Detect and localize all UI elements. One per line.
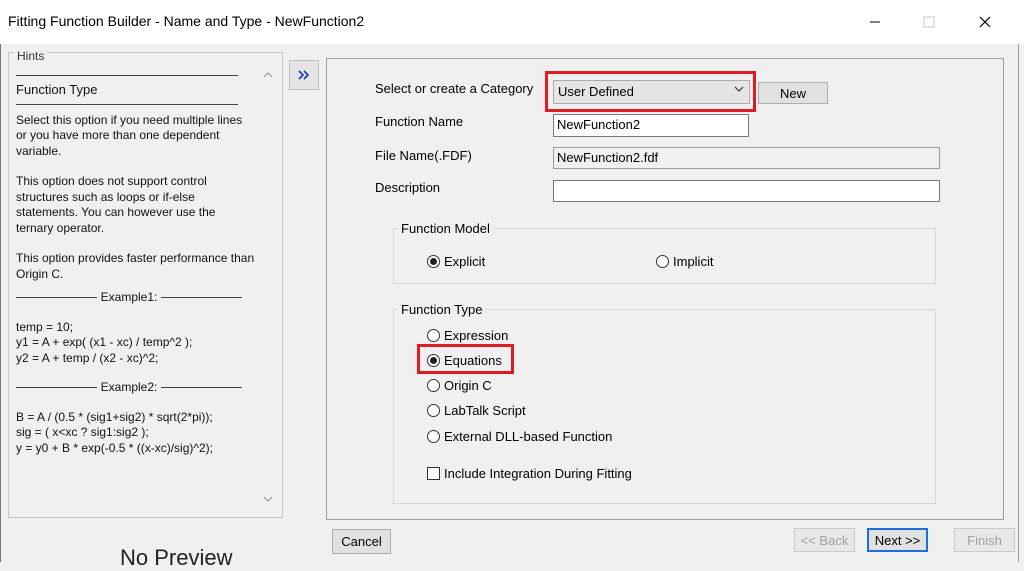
radio-label: External DLL-based Function	[444, 429, 613, 444]
hint-paragraph: This option does not support control str…	[16, 174, 216, 235]
radio-unselected-icon	[656, 255, 669, 268]
function-model-legend: Function Model	[398, 221, 493, 236]
radio-unselected-icon	[427, 430, 440, 443]
file-name-label: File Name(.FDF)	[375, 148, 472, 163]
checkbox-label: Include Integration During Fitting	[444, 466, 632, 481]
function-name-input[interactable]: NewFunction2	[553, 114, 749, 137]
radio-label: LabTalk Script	[444, 403, 526, 418]
radio-external-dll[interactable]: External DLL-based Function	[427, 429, 612, 444]
category-label: Select or create a Category	[375, 81, 534, 96]
background-no-preview-text: No Preview	[120, 545, 233, 570]
code-line: y1 = A + exp( (x1 - xc) / temp^2 );	[16, 335, 193, 349]
maximize-button[interactable]	[906, 0, 952, 44]
description-label: Description	[375, 180, 441, 195]
example2-code: B = A / (0.5 * (sig1+sig2) * sqrt(2*pi))…	[16, 410, 256, 457]
radio-expression[interactable]: Expression	[427, 328, 508, 343]
radio-origin-c[interactable]: Origin C	[427, 378, 492, 393]
hints-heading: Function Type	[16, 82, 98, 97]
code-line: y2 = A + temp / (x2 - xc)^2;	[16, 350, 159, 365]
window-title: Fitting Function Builder - Name and Type…	[8, 13, 365, 29]
divider	[16, 103, 238, 105]
radio-label: Implicit	[673, 254, 714, 269]
radio-equations[interactable]: Equations	[427, 353, 502, 368]
cancel-button[interactable]: Cancel	[332, 529, 391, 554]
example1-code: temp = 10; y1 = A + exp( (x1 - xc) / tem…	[16, 320, 256, 367]
example2-label: Example2:	[100, 380, 158, 394]
radio-unselected-icon	[427, 379, 440, 392]
category-value: User Defined	[558, 84, 634, 99]
code-line: sig = ( x<xc ? sig1:sig2 );	[16, 425, 149, 439]
back-button[interactable]: << Back	[794, 528, 855, 552]
radio-labtalk-script[interactable]: LabTalk Script	[427, 403, 526, 418]
description-input[interactable]	[553, 180, 940, 202]
minimize-icon	[870, 21, 880, 23]
minimize-button[interactable]	[852, 0, 898, 44]
hints-scroll-down-icon[interactable]	[261, 494, 275, 508]
close-icon	[979, 16, 991, 28]
radio-label: Origin C	[444, 378, 492, 393]
radio-selected-icon	[427, 354, 440, 367]
hints-legend: Hints	[14, 49, 48, 63]
close-button[interactable]	[962, 0, 1008, 44]
new-category-button[interactable]: New	[758, 82, 828, 104]
category-dropdown[interactable]: User Defined	[553, 80, 750, 104]
maximize-icon	[923, 16, 935, 28]
checkbox-unchecked-icon	[427, 467, 440, 480]
include-integration-checkbox[interactable]: Include Integration During Fitting	[427, 466, 632, 481]
window-right-edge	[1018, 44, 1019, 562]
next-button[interactable]: Next >>	[867, 528, 928, 552]
hint-paragraph: This option provides faster performance …	[16, 251, 255, 281]
hint-paragraph: Select this option if you need multiple …	[16, 112, 243, 158]
finish-button[interactable]: Finish	[954, 528, 1015, 552]
function-name-label: Function Name	[375, 114, 464, 129]
radio-label: Equations	[444, 353, 502, 368]
code-line: B = A / (0.5 * (sig1+sig2) * sqrt(2*pi))…	[16, 409, 213, 424]
radio-unselected-icon	[427, 404, 440, 417]
example2-separator: Example2:	[16, 380, 243, 396]
code-line: temp = 10;	[16, 319, 74, 334]
divider	[16, 75, 238, 76]
file-name-field: NewFunction2.fdf	[553, 147, 940, 169]
radio-explicit[interactable]: Explicit	[427, 254, 485, 269]
radio-implicit[interactable]: Implicit	[656, 254, 713, 269]
radio-selected-icon	[427, 255, 440, 268]
radio-label: Explicit	[444, 254, 486, 269]
chevron-down-icon	[734, 84, 744, 96]
window-left-edge	[0, 44, 1, 562]
function-type-legend: Function Type	[398, 302, 486, 317]
example1-separator: Example1:	[16, 290, 243, 306]
toggle-hints-button[interactable]	[289, 60, 319, 90]
hints-scroll-up-icon[interactable]	[261, 70, 275, 84]
radio-unselected-icon	[427, 329, 440, 342]
code-line: y = y0 + B * exp(-0.5 * ((x-xc)/sig)^2);	[16, 440, 214, 455]
hints-text: Function Type Select this option if you …	[16, 70, 256, 456]
example1-label: Example1:	[100, 290, 158, 304]
radio-label: Expression	[444, 328, 509, 343]
double-chevron-right-icon	[298, 70, 310, 80]
